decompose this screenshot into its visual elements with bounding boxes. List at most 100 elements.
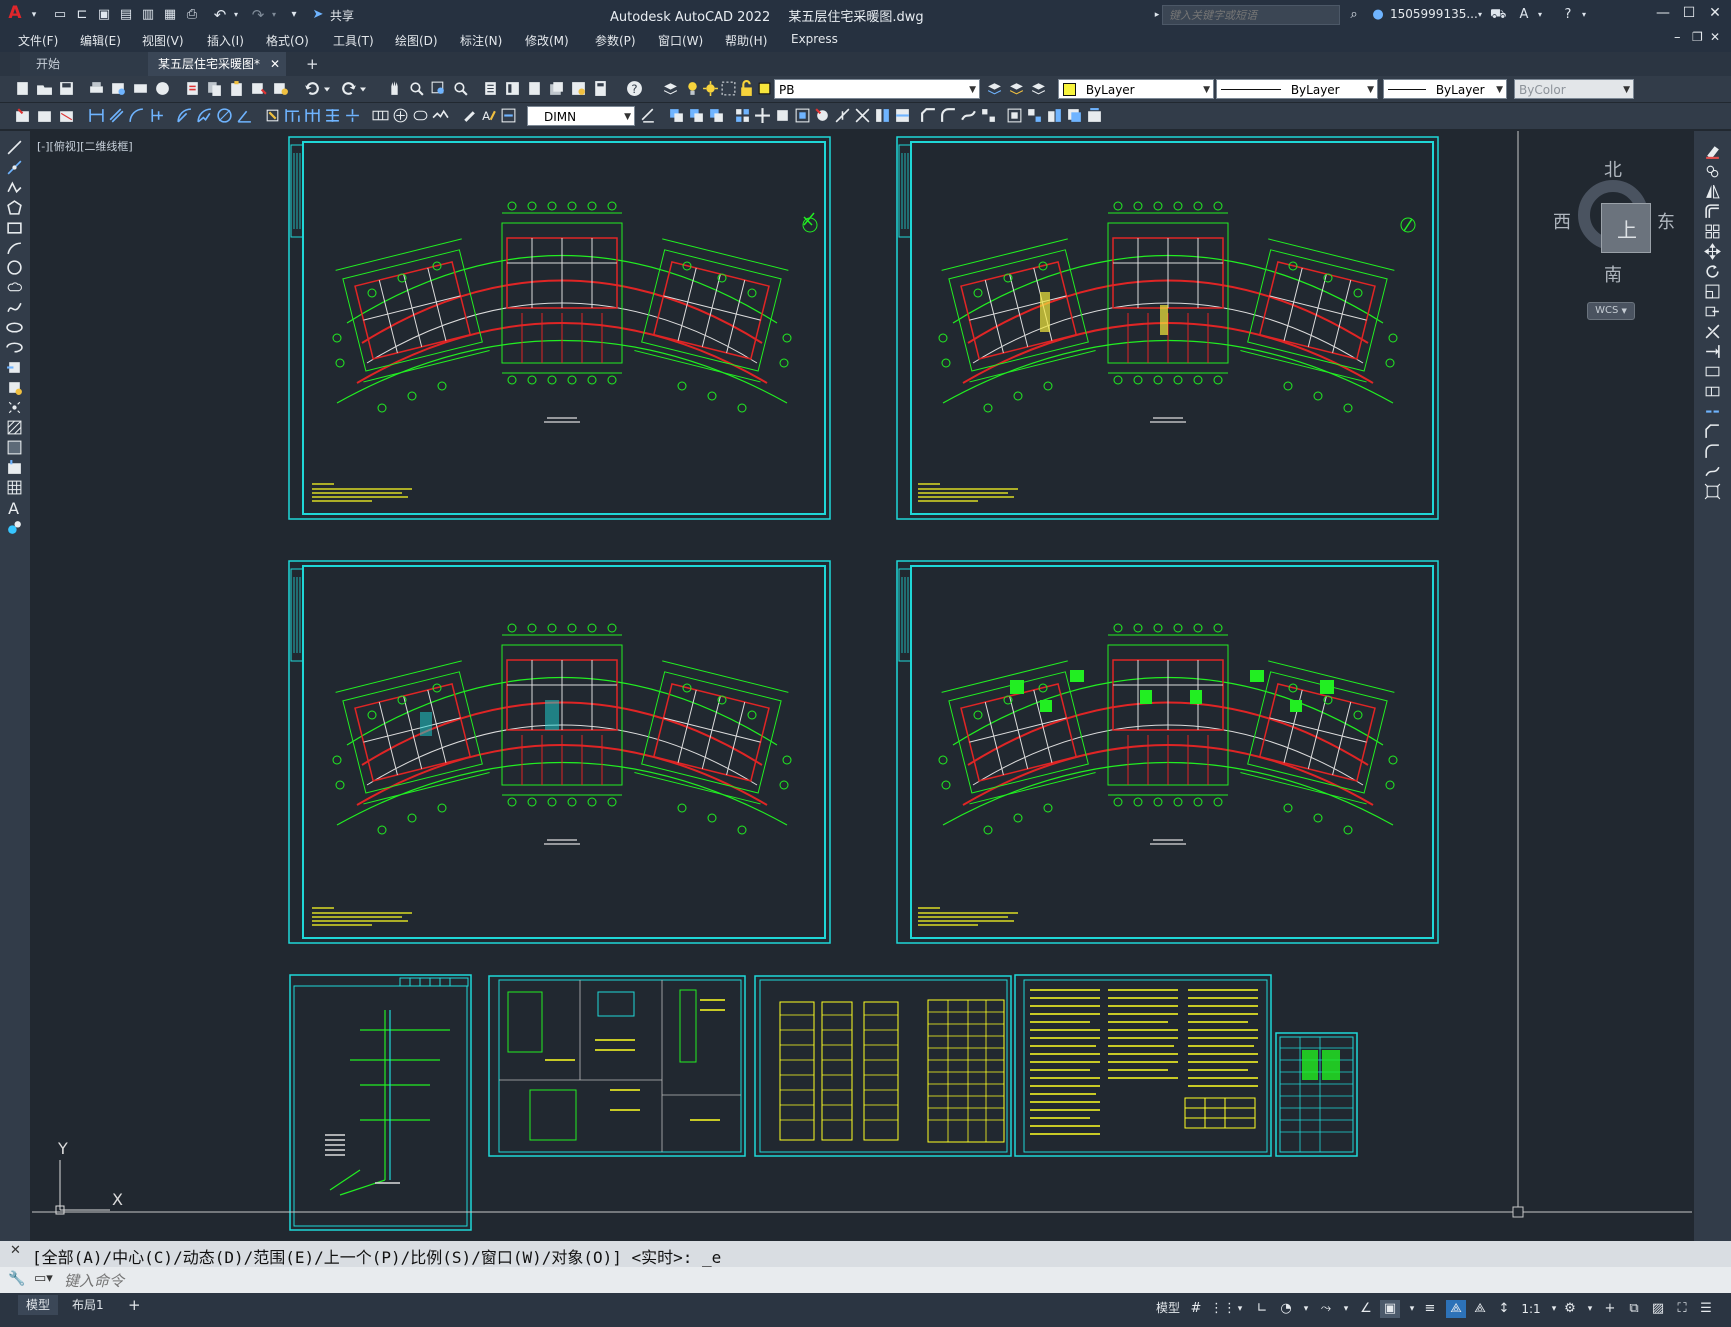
arc-length-icon[interactable] [128, 107, 145, 124]
menu-parametric[interactable]: 参数(P) [595, 32, 636, 49]
text-front-icon[interactable] [1086, 107, 1103, 124]
dimension-space-icon[interactable] [324, 107, 341, 124]
ungroup-icon[interactable] [1026, 107, 1043, 124]
help-icon[interactable]: ? [626, 80, 643, 97]
customization-menu-icon[interactable]: ☰ [1696, 1300, 1716, 1318]
compass-west[interactable]: 西 [1553, 208, 1571, 234]
center-mark-icon[interactable] [392, 107, 409, 124]
viewport-controls-label[interactable]: [-][俯视][二维线框] [37, 138, 133, 154]
layer-color-swatch-icon[interactable] [756, 80, 773, 97]
layer-thaw-sun-icon[interactable] [702, 80, 719, 97]
make-current-layer-icon[interactable] [986, 80, 1003, 97]
save-icon[interactable]: ▣ [96, 7, 112, 23]
plotstyle-dropdown[interactable]: ByColor ▼ [1514, 79, 1634, 99]
rectangle-icon[interactable] [6, 219, 23, 236]
copy-icon[interactable] [206, 80, 223, 97]
trim-icon[interactable] [834, 107, 851, 124]
search-icon[interactable]: ⌕ [1346, 7, 1362, 23]
quick-dimension-icon[interactable] [14, 107, 31, 124]
sheet-set-icon[interactable] [548, 80, 565, 97]
jogged-linear-icon[interactable] [58, 107, 75, 124]
compass-south[interactable]: 南 [1604, 261, 1622, 287]
stretch-icon[interactable] [1704, 303, 1721, 320]
open-icon[interactable] [36, 80, 53, 97]
scale-icon[interactable] [794, 107, 811, 124]
multiline-text-icon[interactable]: A [6, 499, 23, 516]
pan-icon[interactable] [386, 80, 403, 97]
fillet-icon[interactable] [1704, 443, 1721, 460]
viewcube-top-face[interactable]: 上 [1601, 203, 1651, 253]
new-file-icon[interactable]: ▭ [52, 7, 68, 23]
line-icon[interactable] [6, 139, 23, 156]
paste-icon[interactable] [228, 80, 245, 97]
continue-dimension-icon[interactable] [304, 107, 321, 124]
menu-dimension[interactable]: 标注(N) [460, 32, 502, 49]
dimension-update-icon[interactable] [500, 107, 517, 124]
break-icon[interactable] [1704, 383, 1721, 400]
doc-minimize-icon[interactable]: – [1674, 30, 1681, 45]
explode-icon[interactable] [980, 107, 997, 124]
break-at-point-icon[interactable] [1704, 363, 1721, 380]
match-properties-icon[interactable] [250, 80, 267, 97]
menu-express[interactable]: Express [791, 32, 838, 46]
undo-icon[interactable] [304, 80, 321, 97]
offset-icon[interactable] [1704, 203, 1721, 220]
erase-icon[interactable] [1704, 143, 1721, 160]
extend-icon[interactable] [1704, 343, 1721, 360]
tab-close-icon[interactable]: ✕ [270, 52, 280, 76]
annotation-scale-icon[interactable]: ↕ [1494, 1300, 1514, 1318]
annotation-visibility-icon[interactable]: ⟁ [1446, 1300, 1466, 1318]
layout-tab-layout1[interactable]: 布局1 [64, 1295, 112, 1315]
new-tab-icon[interactable]: + [296, 52, 322, 76]
autodesk-app-icon[interactable]: A [1516, 7, 1532, 23]
scale-icon[interactable] [1704, 283, 1721, 300]
cart-icon[interactable]: ⛟ [1490, 7, 1506, 23]
dynamic-ucs-icon[interactable]: ∠ [1356, 1300, 1376, 1318]
mirror-icon[interactable] [1704, 183, 1721, 200]
object-snap-dropdown-icon[interactable]: ▾ [1402, 1300, 1422, 1318]
copy-object-icon[interactable] [668, 107, 685, 124]
properties-icon[interactable] [482, 80, 499, 97]
quick-dim-icon[interactable] [264, 107, 281, 124]
undo-icon[interactable]: ↶ [212, 7, 228, 23]
layout-tab-model[interactable]: 模型 [18, 1295, 59, 1315]
blend-icon[interactable] [960, 107, 977, 124]
plot-preview-icon[interactable] [110, 80, 127, 97]
plot-icon[interactable]: ⎙ [184, 7, 200, 23]
jogged-linear-dim-icon[interactable] [432, 107, 449, 124]
inspection-icon[interactable] [412, 107, 429, 124]
layer-dropdown[interactable]: PB ▼ [774, 79, 980, 99]
layer-viewport-icon[interactable] [720, 80, 737, 97]
auto-scale-icon[interactable]: ⟁ [1470, 1300, 1490, 1318]
calculator-icon[interactable] [592, 80, 609, 97]
move-icon[interactable] [754, 107, 771, 124]
object-snap-icon[interactable]: ▣ [1380, 1300, 1400, 1318]
app-dropdown-icon[interactable]: ▾ [1532, 7, 1548, 23]
move-icon[interactable] [1704, 243, 1721, 260]
tolerance-icon[interactable] [372, 107, 389, 124]
menu-insert[interactable]: 插入(I) [207, 32, 244, 49]
save-icon[interactable] [58, 80, 75, 97]
make-block-icon[interactable] [6, 379, 23, 396]
model-space-button[interactable]: 模型 [1148, 1298, 1188, 1318]
wcs-menu[interactable]: WCS ▼ [1587, 302, 1635, 320]
menu-format[interactable]: 格式(O) [266, 32, 309, 49]
stretch-icon[interactable] [814, 107, 831, 124]
diameter-dimension-icon[interactable] [216, 107, 233, 124]
linear-dimension-icon[interactable] [88, 107, 105, 124]
open-web-icon[interactable]: ▥ [140, 7, 156, 23]
block-editor-icon[interactable] [272, 80, 289, 97]
radius-dimension-icon[interactable] [176, 107, 193, 124]
construction-line-icon[interactable] [6, 159, 23, 176]
draw-order-back-icon[interactable] [1066, 107, 1083, 124]
lineweight-dropdown[interactable]: ByLayer ▼ [1383, 79, 1507, 99]
hatch-icon[interactable] [6, 419, 23, 436]
snap-icon[interactable]: ⋮⋮ [1210, 1300, 1236, 1318]
chamfer-icon[interactable] [1704, 423, 1721, 440]
layer-previous-icon[interactable] [1008, 80, 1025, 97]
color-dropdown[interactable]: ByLayer ▼ [1058, 79, 1214, 99]
ordinate-dimension-icon[interactable] [148, 107, 165, 124]
menu-file[interactable]: 文件(F) [18, 32, 58, 49]
angular-dimension-icon[interactable] [236, 107, 253, 124]
region-icon[interactable] [6, 459, 23, 476]
